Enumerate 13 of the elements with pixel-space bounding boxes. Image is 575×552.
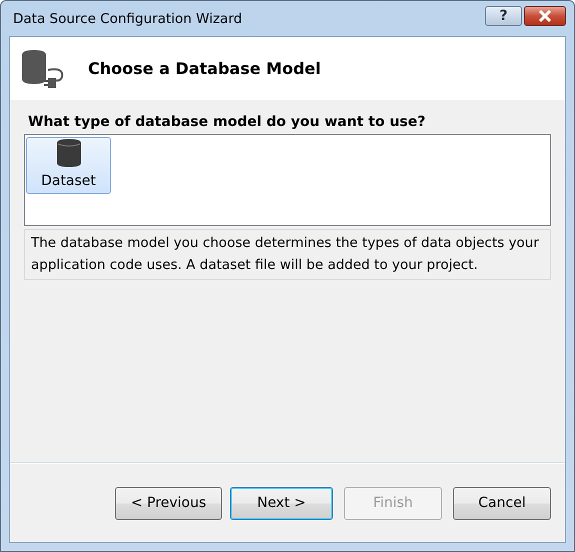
help-button[interactable]: ? — [485, 6, 522, 26]
question-label: What type of database model do you want to use? — [28, 114, 427, 130]
previous-button[interactable]: < Previous — [115, 486, 222, 520]
close-button[interactable] — [524, 6, 566, 26]
page-title: Choose a Database Model — [88, 59, 321, 78]
close-icon — [538, 10, 552, 22]
description-text: The database model you choose determines the types of data objects your application code uses. A dataset file will be added to your project. — [24, 229, 551, 280]
database-icon — [56, 138, 82, 168]
database-plug-icon — [22, 48, 66, 88]
window-title: Data Source Configuration Wizard — [12, 10, 242, 26]
list-item[interactable]: Dataset — [26, 137, 111, 194]
next-button[interactable]: Next > — [230, 486, 333, 520]
cancel-button[interactable]: Cancel — [453, 486, 551, 520]
